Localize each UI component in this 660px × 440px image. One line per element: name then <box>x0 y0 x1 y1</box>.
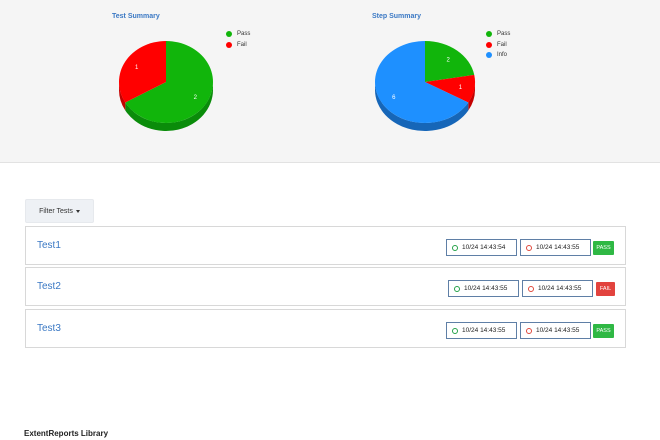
clock-icon <box>526 327 532 334</box>
end-time-badge: 10/24 14:43:55 <box>520 322 591 339</box>
filter-tests-label: Filter Tests <box>39 207 73 215</box>
step-summary-pie-chart: 216 <box>375 41 475 131</box>
end-time-badge: 10/24 14:43:55 <box>520 239 591 256</box>
test-row[interactable]: Test3 10/24 14:43:55 10/24 14:43:55 PASS <box>25 309 626 348</box>
step-summary-title: Step Summary <box>372 13 422 20</box>
caret-down-icon <box>75 210 80 213</box>
legend-item-info[interactable]: Info <box>486 50 510 61</box>
legend-fail-dot <box>226 41 232 48</box>
clock-icon <box>452 327 458 334</box>
legend-item-pass[interactable]: Pass <box>226 29 250 40</box>
test-row[interactable]: Test2 10/24 14:43:55 10/24 14:43:55 FAIL <box>25 267 626 306</box>
start-time-text: 10/24 14:43:54 <box>462 244 506 251</box>
end-time-text: 10/24 14:43:55 <box>536 327 580 334</box>
start-time-badge: 10/24 14:43:54 <box>446 239 517 256</box>
step-summary-legend: Pass Fail Info <box>486 29 510 61</box>
clock-icon <box>528 285 534 292</box>
status-badge: FAIL <box>596 282 615 296</box>
start-time-text: 10/24 14:43:55 <box>462 327 506 334</box>
clock-icon <box>452 244 458 251</box>
start-time-text: 10/24 14:43:55 <box>464 285 508 292</box>
test-summary-legend: Pass Fail <box>226 29 250 50</box>
legend-fail-dot <box>486 41 492 48</box>
clock-icon <box>526 244 532 251</box>
legend-item-fail[interactable]: Fail <box>486 40 510 51</box>
test-name-link[interactable]: Test2 <box>37 281 61 292</box>
legend-pass-dot <box>226 31 232 38</box>
legend-pass-label: Pass <box>497 31 511 38</box>
legend-info-dot <box>486 52 492 59</box>
summary-section: Test Summary 21 Pass Fail Step Summary 2… <box>0 0 660 163</box>
legend-item-fail[interactable]: Fail <box>226 40 250 51</box>
test-row[interactable]: Test1 10/24 14:43:54 10/24 14:43:55 PASS <box>25 226 626 265</box>
end-time-badge: 10/24 14:43:55 <box>522 280 593 297</box>
legend-pass-label: Pass <box>237 31 251 38</box>
legend-item-pass[interactable]: Pass <box>486 29 510 40</box>
test-summary-title: Test Summary <box>112 13 160 20</box>
filter-tests-button[interactable]: Filter Tests <box>25 199 94 223</box>
test-summary-pie-chart: 21 <box>119 41 213 131</box>
start-time-badge: 10/24 14:43:55 <box>446 322 517 339</box>
end-time-text: 10/24 14:43:55 <box>536 244 580 251</box>
footer-library-name: ExtentReports Library <box>24 429 109 438</box>
status-badge: PASS <box>593 241 614 255</box>
end-time-text: 10/24 14:43:55 <box>538 285 582 292</box>
test-name-link[interactable]: Test1 <box>37 240 61 251</box>
legend-pass-dot <box>486 31 492 38</box>
legend-info-label: Info <box>497 52 508 59</box>
test-name-link[interactable]: Test3 <box>37 323 61 334</box>
start-time-badge: 10/24 14:43:55 <box>448 280 519 297</box>
status-badge: PASS <box>593 324 614 338</box>
clock-icon <box>454 285 460 292</box>
legend-fail-label: Fail <box>497 41 507 48</box>
legend-fail-label: Fail <box>237 41 247 48</box>
